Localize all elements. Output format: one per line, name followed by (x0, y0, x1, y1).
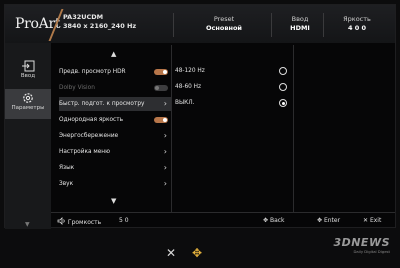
radio-button[interactable] (279, 83, 287, 91)
chevron-right-icon: › (163, 147, 167, 156)
back-label: Back (269, 217, 285, 224)
option-off[interactable]: ВЫКЛ. (175, 95, 287, 111)
radio-button-selected[interactable] (279, 99, 287, 107)
volume-label: Громкость (67, 219, 102, 226)
chevron-right-icon: › (163, 163, 167, 172)
osd-footer: Громкость 5 0 ✥ Back ✥ Enter ✕ Exit (51, 214, 395, 228)
preset-label: Preset (213, 15, 235, 23)
menu-item-sound[interactable]: Звук › (59, 177, 171, 191)
option-label: 48-120 Hz (175, 68, 205, 74)
brightness-value: 4 0 0 (347, 23, 367, 32)
menu-item-label: Настройка меню (59, 149, 110, 155)
gear-icon (23, 93, 33, 103)
menu-item-power-saving[interactable]: Энергосбережение › (59, 129, 171, 143)
model-name: PA32UCDM (63, 13, 104, 21)
model-resolution: 3840 x 2160_240 Hz (63, 21, 137, 30)
exit-button[interactable]: ✕ Exit (363, 217, 381, 224)
close-icon: ✕ (363, 217, 369, 224)
header-divider (173, 13, 174, 37)
sidebar-item-label: Ввод (20, 73, 36, 79)
menu-item-dolby-vision: Dolby Vision (59, 81, 171, 95)
chevron-right-icon: › (163, 131, 167, 140)
input-icon (22, 60, 35, 72)
scroll-up-arrow-icon[interactable]: ▲ (111, 50, 116, 58)
menu-item-hdr-preview[interactable]: Предв. просмотр HDR (59, 65, 171, 79)
brightness-label: Яркость (343, 15, 371, 23)
uniform-brightness-toggle[interactable] (154, 117, 168, 123)
enter-button[interactable]: ✥ Enter (317, 217, 340, 224)
menu-item-label: Dolby Vision (59, 85, 95, 91)
joystick-press-icon: ✥ (317, 217, 323, 224)
chevron-right-icon: › (163, 99, 167, 108)
preset-value: Основной (206, 23, 242, 32)
input-status: Ввод HDMI (285, 15, 315, 32)
input-label: Ввод (291, 15, 309, 23)
footer-divider (51, 212, 395, 213)
scroll-down-arrow-icon[interactable]: ▼ (111, 197, 116, 205)
sidebar: Ввод Параметры ▼ (5, 43, 51, 229)
back-button[interactable]: ✥ Back (263, 217, 285, 224)
sidebar-item-settings[interactable]: Параметры (5, 89, 51, 119)
menu-item-label: Быстр. подгот. к просмотру (59, 101, 145, 107)
column-divider (171, 45, 172, 213)
watermark: 3DNEWS Daily Digital Digest (333, 236, 390, 254)
chevron-right-icon: › (163, 179, 167, 188)
chevron-down-icon: ▼ (25, 221, 30, 228)
enter-label: Enter (323, 217, 341, 224)
speaker-icon (57, 217, 65, 225)
sidebar-item-label: Параметры (11, 105, 45, 111)
exit-label: Exit (369, 217, 382, 224)
menu-item-label: Энергосбережение (59, 133, 119, 139)
menu-item-uniform-brightness[interactable]: Однородная яркость (59, 113, 171, 127)
radio-button[interactable] (279, 67, 287, 75)
option-48-60hz[interactable]: 48-60 Hz (175, 79, 287, 95)
menu-item-label: Однородная яркость (59, 117, 124, 123)
hdr-preview-toggle[interactable] (154, 69, 168, 75)
header-divider (271, 13, 272, 37)
column-divider (293, 45, 294, 213)
menu-item-label: Предв. просмотр HDR (59, 69, 126, 75)
menu-item-label: Звук (59, 181, 74, 187)
sidebar-item-input[interactable]: Ввод (5, 57, 51, 87)
input-value: HDMI (290, 23, 310, 32)
menu-item-label: Язык (59, 165, 75, 171)
option-48-120hz[interactable]: 48-120 Hz (175, 63, 287, 79)
menu-item-language[interactable]: Язык › (59, 161, 171, 175)
model-info: PA32UCDM 3840 x 2160_240 Hz (63, 13, 136, 30)
joystick-left-icon: ✥ (263, 217, 269, 224)
header-divider (323, 13, 324, 37)
watermark-brand: 3DNEWS (333, 236, 390, 249)
volume-value: 5 0 (119, 217, 129, 224)
dolby-vision-toggle (154, 85, 168, 91)
osd-screen: ProArt PA32UCDM 3840 x 2160_240 Hz Prese… (4, 4, 396, 229)
osd-header: ProArt PA32UCDM 3840 x 2160_240 Hz Prese… (5, 5, 395, 43)
preset-status: Preset Основной (201, 15, 247, 32)
joystick-icon[interactable]: ✥ (192, 246, 202, 260)
menu-item-menu-setup[interactable]: Настройка меню › (59, 145, 171, 159)
volume-control[interactable]: Громкость (57, 217, 101, 226)
menu-item-quick-start[interactable]: Быстр. подгот. к просмотру › (59, 97, 171, 111)
close-icon[interactable]: ✕ (166, 246, 176, 260)
brightness-status: Яркость 4 0 0 (335, 15, 379, 32)
watermark-tagline: Daily Digital Digest (353, 249, 390, 254)
option-label: 48-60 Hz (175, 84, 202, 90)
option-label: ВЫКЛ. (175, 100, 195, 106)
